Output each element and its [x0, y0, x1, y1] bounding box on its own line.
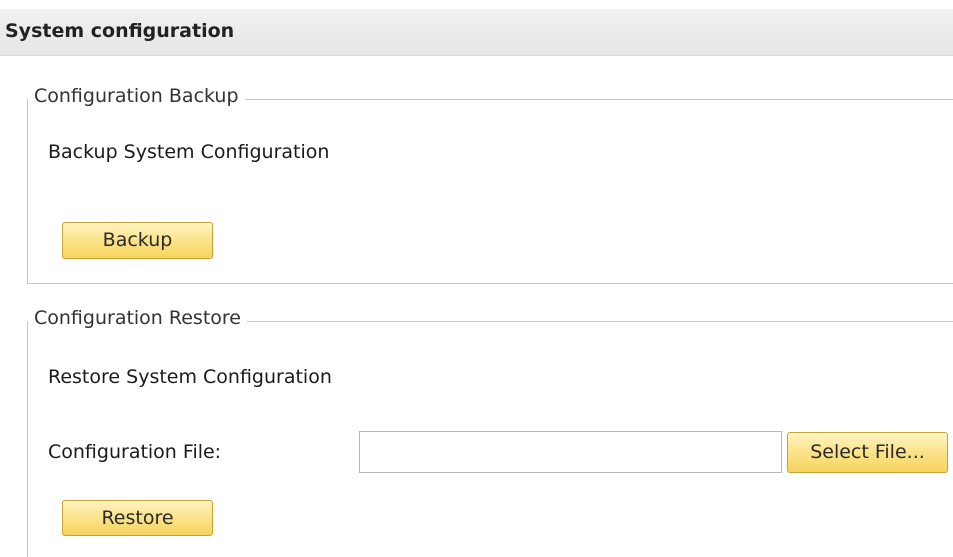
page-header: System configuration [0, 9, 953, 56]
page-title: System configuration [5, 20, 235, 42]
system-configuration-page: System configuration Configuration Backu… [0, 0, 953, 557]
restore-button[interactable]: Restore [62, 500, 213, 536]
configuration-file-label: Configuration File: [48, 441, 222, 463]
restore-description: Restore System Configuration [48, 366, 332, 388]
select-file-button[interactable]: Select File... [787, 432, 948, 473]
configuration-restore-legend: Configuration Restore [28, 306, 247, 330]
configuration-file-input[interactable] [359, 431, 782, 473]
configuration-backup-legend: Configuration Backup [28, 84, 245, 108]
backup-button[interactable]: Backup [62, 222, 213, 259]
backup-description: Backup System Configuration [48, 141, 330, 163]
